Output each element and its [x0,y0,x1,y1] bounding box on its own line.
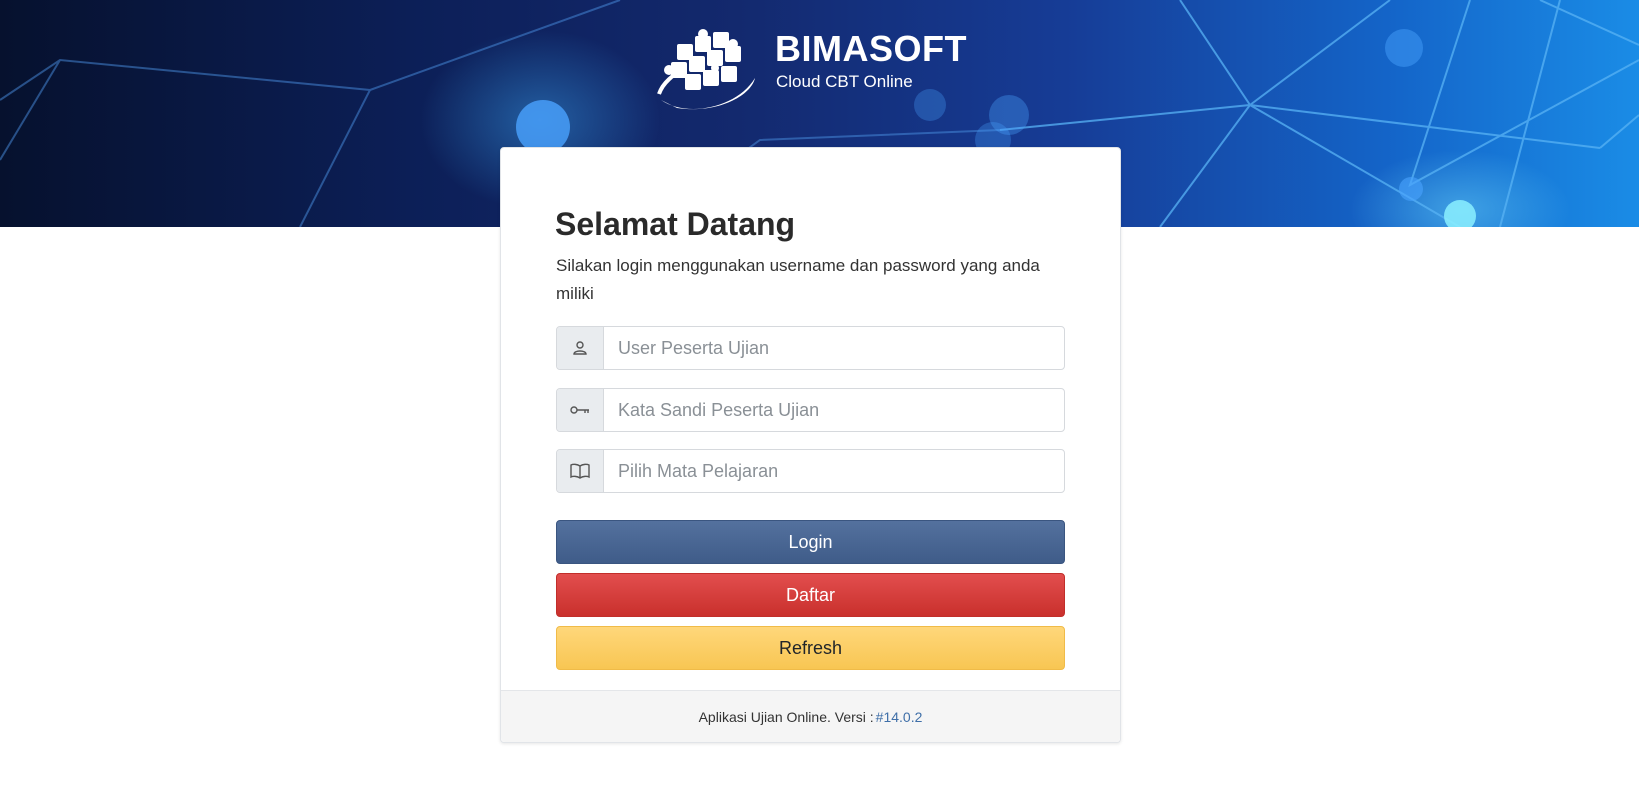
login-instructions: Silakan login menggunakan username dan p… [556,256,1040,303]
card-footer: Aplikasi Ujian Online. Versi : #14.0.2 [501,690,1120,742]
book-icon [557,450,604,492]
password-input-group [556,388,1065,432]
welcome-title: Selamat Datang [555,206,796,242]
key-icon [557,389,604,431]
login-card-body: Selamat Datang Silakan login menggunakan… [501,148,1120,692]
register-button[interactable]: Daftar [556,573,1065,617]
brand: BIMASOFT Cloud CBT Online [657,22,977,114]
password-input[interactable] [604,389,1064,431]
login-button[interactable]: Login [556,520,1065,564]
username-input[interactable] [604,327,1064,369]
puzzle-globe-icon [657,29,755,110]
brand-tagline: Cloud CBT Online [776,72,913,91]
refresh-button[interactable]: Refresh [556,626,1065,670]
username-input-group [556,326,1065,370]
version-label: #14.0.2 [875,708,923,725]
subject-select-group [556,449,1065,493]
user-icon [557,327,604,369]
footer-text: Aplikasi Ujian Online. Versi : [698,708,874,725]
brand-title: BIMASOFT [775,28,967,69]
subject-select[interactable] [604,450,1064,492]
login-card: Selamat Datang Silakan login menggunakan… [500,147,1121,743]
